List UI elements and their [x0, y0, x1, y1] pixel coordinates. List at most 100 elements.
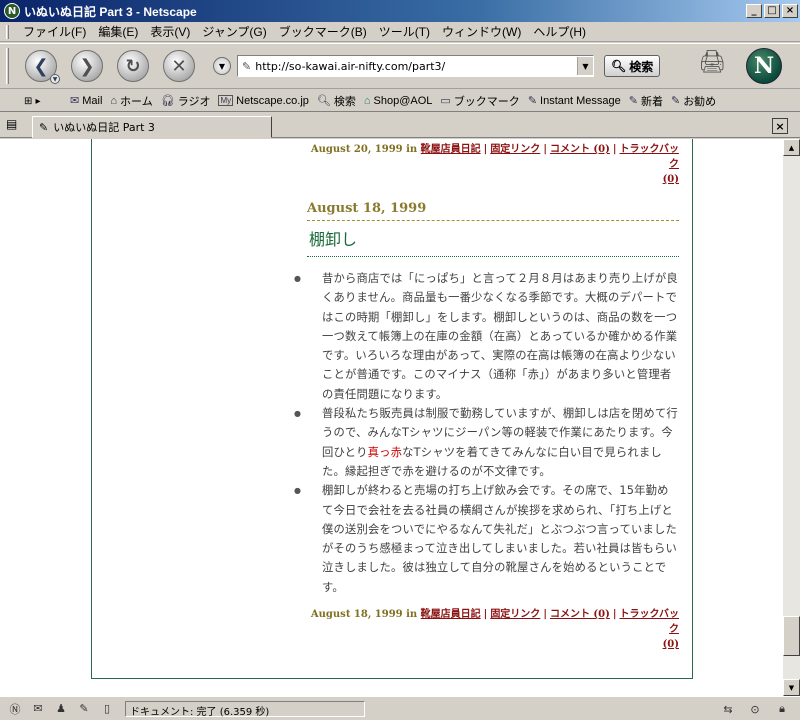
scroll-up-button[interactable]: ▲ [783, 139, 800, 156]
headphones-icon: 🎧︎ [160, 95, 175, 107]
menu-file[interactable]: ファイル(F) [17, 23, 92, 40]
ptool-label: Shop@AOL [373, 94, 433, 107]
address-book-icon[interactable]: ▯ [98, 701, 116, 717]
menu-edit[interactable]: 編集(E) [92, 23, 144, 40]
ptool-mail[interactable]: ✉ Mail [70, 94, 103, 108]
close-tab-button[interactable]: × [772, 118, 788, 134]
scroll-down-button[interactable]: ▼ [783, 679, 800, 696]
url-bar: ✎ ▼ [237, 55, 594, 77]
trackback-count-link[interactable]: (0) [663, 174, 679, 185]
paragraph-text: 棚卸しが終わると売場の打ち上げ飲み会です。その席で、15年勤めて今日で会社を去る… [322, 484, 678, 594]
ptool-netscape[interactable]: My Netscape.co.jp [218, 95, 309, 107]
toolbar-grip[interactable] [6, 48, 9, 84]
ptool-label: Instant Message [540, 94, 621, 107]
vertical-scrollbar[interactable]: ▲ ▼ [783, 139, 800, 696]
status-bar: Ⓝ ✉ ♟ ✎ ▯ ドキュメント: 完了 (6.359 秒) ⇆ ⊙ 🔒︎ [0, 696, 800, 720]
trackback-link[interactable]: トラックバック [620, 609, 680, 635]
list-item: 普段私たち販売員は制服で勤務していますが、棚卸しは店を閉めて行うので、みんなTシ… [294, 404, 679, 481]
menu-view[interactable]: 表示(V) [144, 23, 196, 40]
forward-arrow-icon: ❯ [79, 55, 95, 77]
comments-link[interactable]: コメント (0) [550, 144, 610, 155]
netscape-status-icon[interactable]: Ⓝ [6, 701, 24, 717]
home-icon: ⌂ [110, 94, 118, 107]
my-icon: My [218, 95, 234, 106]
back-button[interactable]: ❮ ▼ [25, 50, 60, 84]
post-date: August 18, 1999 [307, 201, 679, 221]
ptool-radio[interactable]: 🎧︎ ラジオ [161, 93, 211, 109]
netscape-logo-icon[interactable]: N [746, 48, 782, 84]
folder-icon: ▭ [440, 95, 451, 107]
personal-toolbar: ⊞ ▸ ✉ Mail ⌂ ホーム 🎧︎ ラジオ My Netscape.co.jp 🔍︎… [0, 90, 800, 112]
close-window-button[interactable]: × [782, 4, 798, 18]
ptool-label: お勧め [683, 95, 717, 108]
status-text: ドキュメント: 完了 (6.359 秒) [125, 700, 365, 718]
ptool-search[interactable]: 🔍︎ 検索 [317, 93, 356, 109]
minimize-button[interactable]: _ [746, 4, 762, 18]
lock-icon[interactable]: 🔒︎ [773, 701, 791, 717]
maximize-button[interactable]: □ [764, 4, 780, 18]
footer-date: August 20, 1999 in [310, 144, 418, 155]
post-footer: August 20, 1999 in 靴屋店員日記 | 固定リンク | コメント (0)… [310, 144, 680, 185]
page-icon: ✎ [39, 120, 49, 134]
ptool-bookmarks[interactable]: ▭ ブックマーク [440, 93, 519, 109]
ptool-label: Mail [82, 94, 103, 107]
netscape-app-icon[interactable]: N [4, 3, 20, 19]
ptool-label: 新着 [640, 95, 663, 108]
bookmark-icon: ✎ [670, 95, 681, 107]
search-icon: 🔍︎ [316, 95, 331, 107]
prev-post-footer: August 20, 1999 in 靴屋店員日記 | 固定リンク | コメント (0)… [307, 142, 679, 187]
url-dropdown-icon[interactable]: ▼ [577, 57, 593, 75]
forward-button[interactable]: ❯ [71, 50, 103, 82]
back-arrow-icon: ❮ [33, 55, 49, 77]
menu-go[interactable]: ジャンプ(G) [196, 23, 272, 40]
footer-date: August 18, 1999 in [310, 609, 418, 621]
menu-help[interactable]: ヘルプ(H) [527, 23, 592, 40]
print-icon[interactable]: 🖨︎ [698, 50, 732, 80]
ptool-home[interactable]: ⌂ ホーム [110, 93, 152, 109]
permalink-link[interactable]: 固定リンク [490, 609, 540, 620]
url-history-dropdown-icon[interactable]: ▼ [213, 57, 231, 75]
menu-bookmarks[interactable]: ブックマーク(B) [273, 23, 373, 40]
ptool-label: ホーム [120, 95, 153, 108]
post-title: 棚卸し [307, 221, 679, 257]
stop-button[interactable]: ✕ [163, 50, 195, 82]
paragraph-text: 昔から商店では「にっぱち」と言って２月８月はあまり売り上げが良くありません。商品… [322, 272, 678, 401]
search-button[interactable]: 🔍︎ 検索 [604, 55, 661, 77]
tab-title: いぬいぬ日記 Part 3 [53, 121, 155, 134]
stop-icon: ✕ [171, 55, 187, 77]
new-tab-icon[interactable]: ▤ [6, 117, 22, 133]
ptool-instant-message[interactable]: ✎ Instant Message [528, 94, 621, 108]
mail-status-icon[interactable]: ✉ [29, 701, 47, 717]
menu-tools[interactable]: ツール(T) [373, 23, 436, 40]
toolbar-collapse-icon[interactable]: ⊞ ▸ [24, 93, 60, 109]
post-body: 昔から商店では「にっぱち」と言って２月８月はあまり売り上げが良くありません。商品… [294, 269, 679, 597]
trackback-count-link[interactable]: (0) [663, 639, 679, 650]
tab-active[interactable]: ✎ いぬいぬ日記 Part 3 [32, 116, 272, 138]
mail-icon: ✉ [70, 95, 80, 107]
post-footer: August 18, 1999 in 靴屋店員日記 | 固定リンク | コメント (0)… [310, 609, 680, 651]
ptool-shop[interactable]: ⌂ Shop@AOL [364, 95, 433, 107]
composer-icon[interactable]: ✎ [75, 701, 93, 717]
back-dropdown-icon[interactable]: ▼ [50, 74, 60, 84]
window-title: いぬいぬ日記 Part 3 - Netscape [24, 4, 197, 19]
ptool-label: ブックマーク [453, 95, 520, 108]
ptool-recommend[interactable]: ✎ お勧め [671, 93, 716, 109]
url-input[interactable] [255, 57, 577, 75]
reload-button[interactable]: ↻ [117, 50, 149, 82]
toolbar-grip[interactable] [6, 24, 9, 39]
category-link[interactable]: 靴屋店員日記 [421, 144, 481, 155]
trackback-link[interactable]: トラックバック [620, 144, 680, 170]
ptool-new[interactable]: ✎ 新着 [629, 93, 663, 109]
bookmark-icon: ✎ [628, 95, 638, 107]
ptool-label: 検索 [333, 95, 356, 108]
security-icon[interactable]: ⊙ [746, 701, 764, 717]
scroll-thumb[interactable] [783, 616, 800, 656]
permalink-link[interactable]: 固定リンク [490, 144, 540, 155]
page-content: August 20, 1999 in 靴屋店員日記 | 固定リンク | コメント (0)… [0, 139, 783, 696]
highlight-text: 真っ赤 [367, 445, 403, 459]
navigation-toolbar: ❮▼ ❯ ↻ ✕ ▼ ✎ ▼ 🔍︎ 検索 🖨︎ N [0, 43, 800, 89]
aim-icon[interactable]: ♟ [52, 701, 70, 717]
comments-link[interactable]: コメント (0) [550, 609, 610, 620]
category-link[interactable]: 靴屋店員日記 [421, 609, 481, 620]
menu-window[interactable]: ウィンドウ(W) [436, 23, 527, 40]
